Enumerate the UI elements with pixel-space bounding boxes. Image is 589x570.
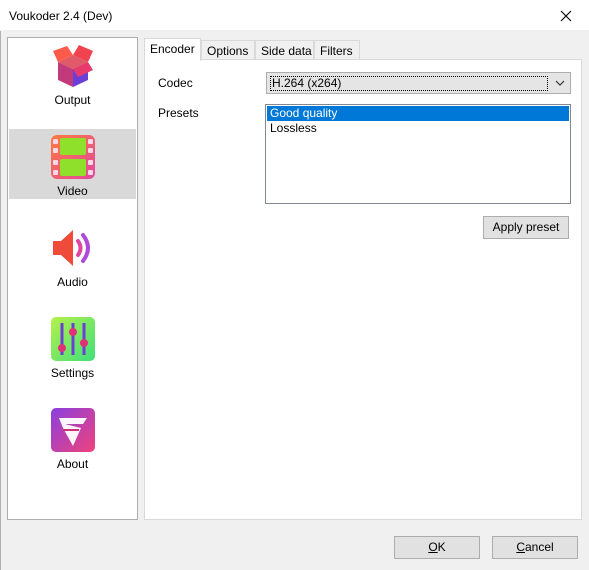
tab-encoder[interactable]: Encoder bbox=[144, 38, 201, 61]
sidebar-item-label: Audio bbox=[57, 275, 88, 289]
tab-filters[interactable]: Filters bbox=[314, 40, 360, 60]
close-icon bbox=[560, 10, 572, 21]
tab-options[interactable]: Options bbox=[201, 40, 255, 60]
preset-item-lossless[interactable]: Lossless bbox=[267, 121, 569, 136]
cancel-label-rest: ancel bbox=[524, 540, 554, 554]
sidebar-item-about[interactable]: About bbox=[9, 402, 136, 472]
category-sidebar: Output Video Audio Settings About bbox=[7, 37, 138, 520]
codec-selected-value: H.264 (x264) bbox=[270, 76, 548, 91]
ok-mnemonic: O bbox=[428, 540, 438, 554]
chevron-down-icon bbox=[555, 80, 565, 86]
cancel-button[interactable]: Cancel bbox=[492, 536, 578, 559]
sidebar-item-output[interactable]: Output bbox=[9, 38, 136, 108]
presets-list[interactable]: Good quality Lossless bbox=[265, 104, 571, 204]
settings-sliders-icon bbox=[51, 317, 95, 361]
sidebar-item-label: Output bbox=[54, 93, 91, 107]
tab-side-data[interactable]: Side data bbox=[255, 40, 314, 60]
codec-label: Codec bbox=[158, 76, 193, 90]
presets-label: Presets bbox=[158, 106, 199, 120]
output-box-icon bbox=[53, 45, 93, 87]
codec-select[interactable]: H.264 (x264) bbox=[266, 72, 571, 94]
ok-label-rest: K bbox=[437, 540, 446, 554]
sidebar-item-label: About bbox=[56, 457, 89, 471]
preset-item-good-quality[interactable]: Good quality bbox=[267, 106, 569, 121]
sidebar-item-audio[interactable]: Audio bbox=[9, 220, 136, 290]
ok-button[interactable]: OK bbox=[394, 536, 480, 559]
video-film-icon bbox=[51, 135, 95, 179]
audio-speaker-icon bbox=[53, 230, 90, 266]
sidebar-item-label: Video bbox=[57, 184, 88, 198]
window-title: Voukoder 2.4 (Dev) bbox=[9, 9, 113, 23]
apply-preset-button[interactable]: Apply preset bbox=[483, 216, 569, 239]
sidebar-item-video[interactable]: Video bbox=[9, 129, 136, 199]
sidebar-item-label: Settings bbox=[50, 366, 95, 380]
encoder-panel: Codec H.264 (x264) Presets Good quality … bbox=[144, 59, 582, 520]
close-button[interactable] bbox=[543, 0, 589, 31]
title-bar: Voukoder 2.4 (Dev) bbox=[0, 0, 589, 31]
sidebar-item-settings[interactable]: Settings bbox=[9, 311, 136, 381]
cancel-mnemonic: C bbox=[516, 540, 525, 554]
about-logo-icon bbox=[51, 408, 95, 452]
window-border bbox=[0, 0, 1, 570]
